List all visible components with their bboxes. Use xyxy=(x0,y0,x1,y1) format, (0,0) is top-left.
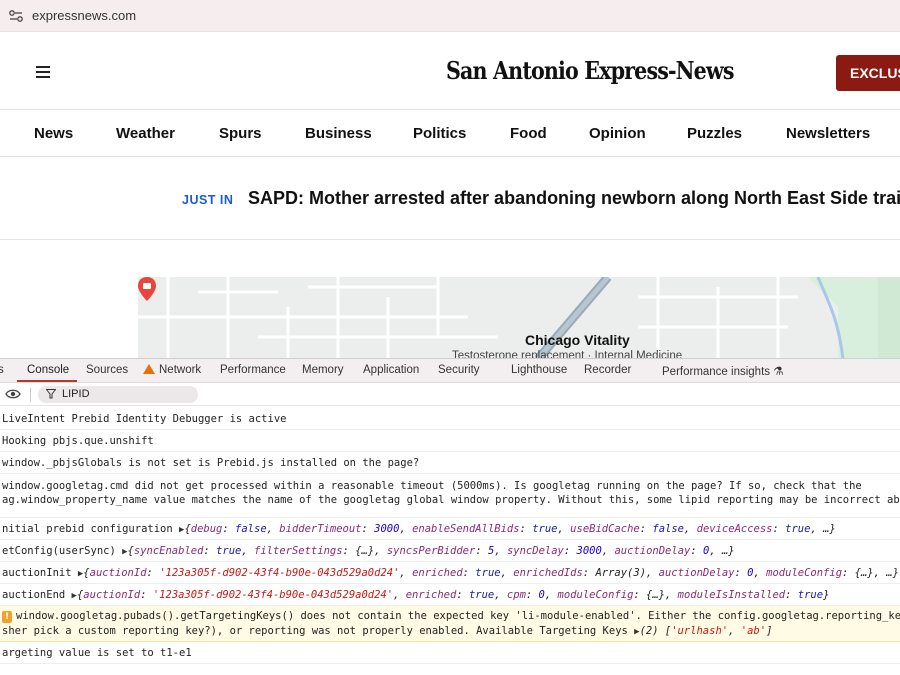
console-filter-input[interactable]: LIPID xyxy=(38,386,198,403)
filter-value[interactable]: LIPID xyxy=(62,388,90,400)
tab-performance[interactable]: Performance xyxy=(220,364,286,376)
just-in-headline[interactable]: SAPD: Mother arrested after abandoning n… xyxy=(248,188,900,209)
filter-icon xyxy=(46,389,56,399)
tab-security[interactable]: Security xyxy=(438,364,480,376)
nav-item-news[interactable]: News xyxy=(34,125,73,142)
tab-application[interactable]: Application xyxy=(363,364,419,376)
eye-icon[interactable] xyxy=(5,387,21,401)
nav-item-spurs[interactable]: Spurs xyxy=(219,125,262,142)
warning-icon xyxy=(143,364,155,374)
nav-item-politics[interactable]: Politics xyxy=(413,125,466,142)
toolbar-divider xyxy=(30,388,31,402)
active-tab-indicator xyxy=(17,380,77,382)
console-message[interactable]: LiveIntent Prebid Identity Debugger is a… xyxy=(0,408,900,430)
flask-icon: ⚗ xyxy=(773,366,784,378)
tab-memory[interactable]: Memory xyxy=(302,364,344,376)
map-ad[interactable]: Chicago Vitality Testosterone replacemen… xyxy=(138,277,900,359)
main-nav: News Weather Spurs Business Politics Foo… xyxy=(0,111,900,157)
exclusive-button[interactable]: EXCLUS xyxy=(836,55,900,91)
tab-console[interactable]: Console xyxy=(27,364,69,376)
tab-lighthouse[interactable]: Lighthouse xyxy=(511,364,567,376)
url-text[interactable]: expressnews.com xyxy=(32,8,136,23)
site-header: San Antonio Express-News EXCLUS xyxy=(0,36,900,110)
console-message[interactable]: etConfig(userSync) ▶{syncEnabled: true, … xyxy=(0,540,900,562)
tab-recorder[interactable]: Recorder xyxy=(584,364,631,376)
just-in-label: JUST IN xyxy=(182,193,234,207)
nav-item-business[interactable]: Business xyxy=(305,125,372,142)
console-message[interactable]: nitial prebid configuration ▶{debug: fal… xyxy=(0,518,900,540)
nav-item-puzzles[interactable]: Puzzles xyxy=(687,125,742,142)
console-warning-message[interactable]: ! window.googletag.pubads().getTargetingK… xyxy=(0,606,900,642)
devtools-panel: s Console Sources Network Performance Me… xyxy=(0,358,900,675)
tab-performance-insights-label: Performance insights xyxy=(662,366,771,378)
browser-url-bar[interactable]: expressnews.com xyxy=(0,0,900,32)
nav-item-newsletters[interactable]: Newsletters xyxy=(786,125,870,142)
site-settings-icon[interactable] xyxy=(6,6,26,26)
console-message[interactable]: window.googletag.cmd did not get process… xyxy=(0,474,900,518)
map-pin-icon xyxy=(138,277,156,301)
devtools-tab-bar: s Console Sources Network Performance Me… xyxy=(0,359,900,383)
site-logo[interactable]: San Antonio Express-News xyxy=(446,56,734,85)
nav-item-opinion[interactable]: Opinion xyxy=(589,125,646,142)
warning-icon: ! xyxy=(2,611,12,623)
console-message[interactable]: auctionEnd ▶{auctionId: '123a305f-d902-4… xyxy=(0,584,900,606)
tab-network-label: Network xyxy=(159,364,202,376)
console-message[interactable]: auctionInit ▶{auctionId: '123a305f-d902-… xyxy=(0,562,900,584)
console-message[interactable]: argeting value is set to t1-e1 xyxy=(0,642,900,664)
console-message[interactable]: window._pbjsGlobals is not set is Prebid… xyxy=(0,452,900,474)
tab-elements[interactable]: s xyxy=(0,364,4,376)
nav-item-food[interactable]: Food xyxy=(510,125,547,142)
hamburger-menu-icon[interactable] xyxy=(36,66,50,78)
console-toolbar: LIPID xyxy=(0,384,900,406)
map-place-name[interactable]: Chicago Vitality xyxy=(525,332,630,348)
map-streets-graphic xyxy=(138,277,900,359)
console-message[interactable]: Hooking pbjs.que.unshift xyxy=(0,430,900,452)
just-in-banner: JUST IN SAPD: Mother arrested after aban… xyxy=(0,158,900,240)
tab-sources[interactable]: Sources xyxy=(86,364,128,376)
tab-performance-insights[interactable]: Performance insights ⚗ xyxy=(662,364,784,378)
tab-network[interactable]: Network xyxy=(143,364,201,376)
nav-item-weather[interactable]: Weather xyxy=(116,125,175,142)
